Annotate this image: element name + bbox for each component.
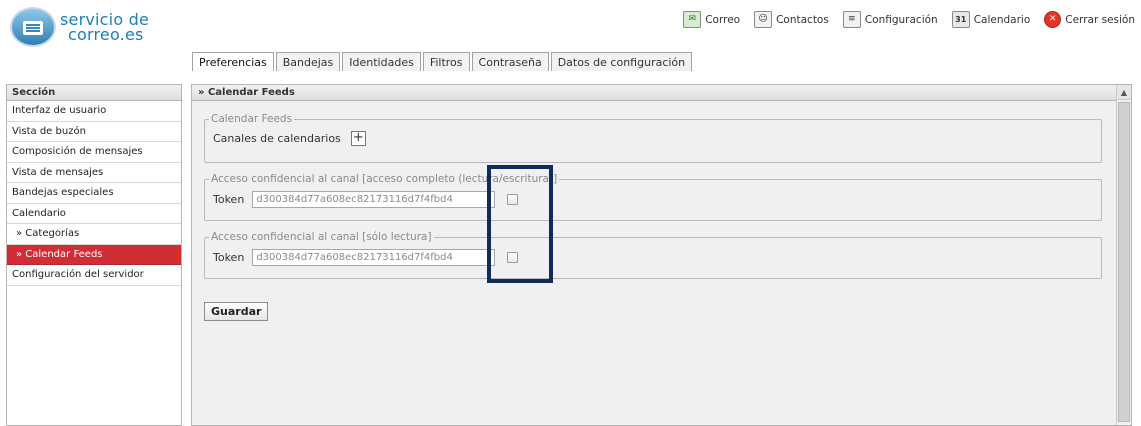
logo: servicio de correo.es — [10, 6, 149, 48]
nav-configuracion-label: Configuración — [864, 13, 938, 26]
logo-line2: correo.es — [68, 25, 144, 44]
sidebar-item-vista-de-mensajes[interactable]: Vista de mensajes — [7, 163, 181, 183]
logo-text: servicio de correo.es — [60, 12, 149, 44]
tab-bandejas[interactable]: Bandejas — [275, 52, 341, 71]
sidebar-item-interfaz-de-usuario[interactable]: Interfaz de usuario — [7, 101, 181, 122]
tab-preferencias[interactable]: Preferencias — [192, 52, 274, 71]
tab-contrasena[interactable]: Contraseña — [471, 52, 549, 71]
nav-cerrar-sesion-label: Cerrar sesión — [1065, 13, 1135, 26]
nav-calendario-label: Calendario — [973, 13, 1031, 26]
nav-contactos-label: Contactos — [776, 13, 829, 26]
mail-icon: ✉ — [683, 11, 702, 28]
nav-cerrar-sesion[interactable]: ✕ Cerrar sesión — [1044, 11, 1135, 28]
calendar-channels-label: Canales de calendarios — [213, 132, 341, 145]
preferences-panel: » Calendar Feeds Calendar Feeds Canales … — [191, 84, 1132, 426]
calendar-feeds-fieldset: Calendar Feeds Canales de calendarios + — [204, 113, 1102, 163]
calendar-feeds-legend: Calendar Feeds — [211, 113, 293, 125]
add-calendar-channel-button[interactable]: + — [350, 131, 366, 146]
sidebar-header: Sección — [7, 85, 181, 101]
settings-tabs: Preferencias Bandejas Identidades Filtro… — [192, 52, 694, 71]
sidebar-item-configuracion-del-servidor[interactable]: Configuración del servidor — [7, 265, 181, 286]
full-access-fieldset: Acceso confidencial al canal [acceso com… — [204, 173, 1102, 221]
full-access-token-label: Token — [213, 193, 245, 206]
scrollbar-thumb[interactable] — [1118, 102, 1130, 422]
nav-contactos[interactable]: ☺ Contactos — [754, 11, 829, 28]
tab-filtros[interactable]: Filtros — [422, 52, 470, 71]
save-button[interactable]: Guardar — [204, 302, 269, 321]
sidebar-item-composicion-de-mensajes[interactable]: Composición de mensajes — [7, 142, 181, 163]
read-only-token-field[interactable] — [252, 249, 496, 266]
full-access-token-field[interactable] — [252, 191, 496, 208]
nav-calendario[interactable]: 31 Calendario — [951, 11, 1031, 28]
scroll-up-arrow-icon[interactable]: ▲ — [1117, 85, 1131, 100]
panel-header: » Calendar Feeds — [192, 85, 1131, 101]
highlight-box — [487, 165, 553, 283]
nav-correo[interactable]: ✉ Correo — [683, 11, 740, 28]
sidebar-item-bandejas-especiales[interactable]: Bandejas especiales — [7, 183, 181, 204]
read-only-token-label: Token — [213, 251, 245, 264]
tab-datos-de-configuracion[interactable]: Datos de configuración — [550, 52, 693, 71]
logo-envelope-icon — [10, 7, 56, 47]
panel-scrollbar[interactable]: ▲ — [1116, 85, 1131, 425]
nav-configuracion[interactable]: ≡ Configuración — [842, 11, 938, 28]
sidebar-item-categorias[interactable]: » Categorías — [7, 224, 181, 245]
contacts-icon: ☺ — [754, 11, 773, 28]
section-sidebar: Sección Interfaz de usuario Vista de buz… — [6, 84, 182, 426]
top-navigation: ✉ Correo ☺ Contactos ≡ Configuración 31 … — [683, 11, 1135, 28]
sidebar-item-calendar-feeds[interactable]: » Calendar Feeds — [7, 244, 181, 265]
nav-correo-label: Correo — [705, 13, 741, 26]
sidebar-item-calendario[interactable]: Calendario — [7, 204, 181, 224]
calendar-icon: 31 — [951, 11, 970, 28]
settings-icon: ≡ — [842, 11, 861, 28]
read-only-legend: Acceso confidencial al canal [sólo lectu… — [211, 231, 432, 243]
close-icon: ✕ — [1044, 11, 1062, 28]
sidebar-item-vista-de-buzon[interactable]: Vista de buzón — [7, 122, 181, 142]
read-only-fieldset: Acceso confidencial al canal [sólo lectu… — [204, 231, 1102, 279]
tab-identidades[interactable]: Identidades — [342, 52, 421, 71]
